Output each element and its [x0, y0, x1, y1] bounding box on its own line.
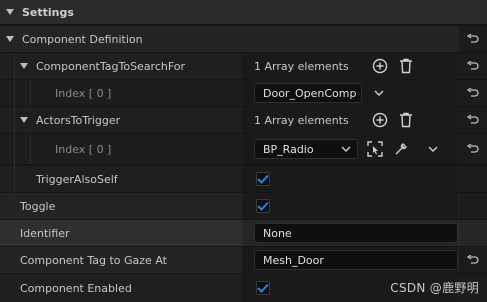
component-definition-label: Component Definition	[22, 32, 143, 46]
actors-to-trigger-row[interactable]: ActorsToTrigger 1 Array elements	[0, 107, 487, 133]
expand-arrow-icon[interactable]	[6, 36, 14, 42]
reset-to-default-button[interactable]	[459, 247, 487, 273]
array-count-text: 1 Array elements	[254, 59, 349, 73]
reset-column	[459, 220, 487, 246]
settings-category-header[interactable]: Settings	[0, 0, 487, 24]
reset-column	[459, 166, 487, 192]
tag-value: Door_OpenComp	[263, 86, 357, 100]
tag-index-row[interactable]: Index [ 0 ] Door_OpenComp	[0, 80, 487, 106]
actor-picker-combobox[interactable]: BP_Radio	[254, 139, 358, 159]
tag-dropdown-button[interactable]	[368, 83, 390, 103]
add-icon	[372, 112, 387, 128]
actor-index-row[interactable]: Index [ 0 ] BP_Radio	[0, 134, 487, 164]
eyedropper-icon	[395, 143, 407, 155]
delete-elements-button[interactable]	[395, 110, 417, 130]
check-icon	[257, 283, 269, 293]
identifier-value: None	[263, 226, 292, 240]
watermark-text: CSDN @鹿野明	[390, 281, 479, 295]
add-icon	[372, 58, 387, 74]
toggle-row[interactable]: Toggle	[0, 193, 487, 219]
array-element-options-button[interactable]	[422, 139, 444, 159]
reset-icon	[467, 115, 479, 124]
reset-to-default-button[interactable]	[459, 53, 487, 79]
array-count-text: 1 Array elements	[254, 113, 349, 127]
tag-name-combobox[interactable]: Door_OpenComp	[254, 83, 362, 103]
index-label: Index [ 0 ]	[55, 86, 112, 100]
chevron-down-icon	[374, 90, 384, 96]
details-panel: Settings Component Definition ComponentT…	[0, 0, 487, 302]
reset-to-default-button[interactable]	[459, 134, 487, 164]
reset-icon	[467, 255, 479, 264]
select-actor-in-viewport-button[interactable]	[364, 139, 386, 159]
component-tag-gaze-row[interactable]: Component Tag to Gaze At Mesh_Door	[0, 247, 487, 273]
identifier-row[interactable]: Identifier None	[0, 220, 487, 246]
tree-guide-line	[14, 53, 15, 193]
check-icon	[257, 174, 269, 184]
expand-arrow-icon[interactable]	[20, 117, 28, 123]
settings-title: Settings	[22, 5, 74, 19]
add-element-button[interactable]	[369, 110, 391, 130]
component-tag-gaze-label: Component Tag to Gaze At	[20, 253, 167, 267]
reset-icon	[467, 34, 479, 43]
trash-icon	[399, 112, 412, 128]
collapse-arrow-icon[interactable]	[6, 9, 14, 15]
chevron-down-icon	[341, 146, 351, 152]
component-enabled-checkbox[interactable]	[256, 281, 270, 295]
eyedropper-button[interactable]	[390, 139, 412, 159]
component-definition-row[interactable]: Component Definition	[0, 26, 487, 52]
check-icon	[257, 201, 269, 211]
trigger-also-self-label: TriggerAlsoSelf	[36, 172, 118, 186]
identifier-label: Identifier	[20, 226, 70, 240]
tree-guide-line	[30, 80, 31, 106]
tag-to-search-row[interactable]: ComponentTagToSearchFor 1 Array elements	[0, 53, 487, 79]
identifier-input[interactable]: None	[254, 223, 458, 243]
toggle-label: Toggle	[20, 199, 56, 213]
actor-value: BP_Radio	[263, 142, 314, 156]
select-actor-icon	[367, 141, 383, 157]
trigger-also-self-checkbox[interactable]	[256, 172, 270, 186]
delete-elements-button[interactable]	[395, 56, 417, 76]
component-enabled-label: Component Enabled	[20, 281, 132, 295]
reset-to-default-button[interactable]	[459, 107, 487, 133]
reset-icon	[467, 144, 479, 153]
reset-column	[459, 193, 487, 219]
toggle-checkbox[interactable]	[256, 199, 270, 213]
chevron-down-icon	[428, 146, 438, 152]
reset-to-default-button[interactable]	[459, 26, 487, 52]
tag-to-search-label: ComponentTagToSearchFor	[36, 59, 186, 73]
component-tag-gaze-input[interactable]: Mesh_Door	[254, 250, 458, 270]
actors-to-trigger-label: ActorsToTrigger	[36, 113, 121, 127]
add-element-button[interactable]	[369, 56, 391, 76]
component-tag-gaze-value: Mesh_Door	[263, 253, 324, 267]
reset-icon	[467, 88, 479, 97]
expand-arrow-icon[interactable]	[20, 63, 28, 69]
trash-icon	[399, 58, 412, 74]
reset-to-default-button[interactable]	[459, 80, 487, 106]
trigger-also-self-row[interactable]: TriggerAlsoSelf	[0, 166, 487, 192]
tree-guide-line	[30, 134, 31, 164]
index-label: Index [ 0 ]	[55, 142, 112, 156]
reset-icon	[467, 61, 479, 70]
